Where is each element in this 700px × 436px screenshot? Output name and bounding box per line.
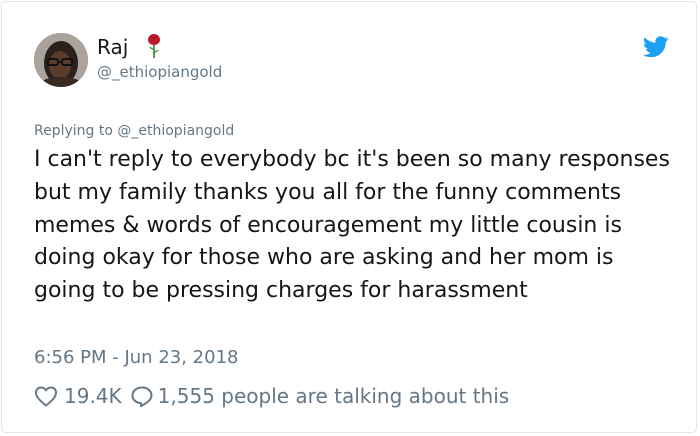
avatar-image	[34, 33, 88, 87]
tweet-actions: 19.4K 1,555 people are talking about thi…	[34, 382, 509, 410]
user-handle[interactable]: @_ethiopiangold	[97, 62, 222, 82]
tweet-timestamp[interactable]: 6:56 PM - Jun 23, 2018	[34, 346, 238, 370]
twitter-bird-icon[interactable]	[643, 36, 669, 58]
tweet-text: I can't reply to everybody bc it's been …	[34, 147, 670, 304]
tweet-card: Raj @_ethiopiangold Replying to @_ethiop…	[1, 1, 697, 433]
replying-to[interactable]: Replying to @_ethiopiangold	[34, 122, 234, 140]
talking-count[interactable]: 1,555 people are talking about this	[158, 384, 510, 408]
avatar[interactable]	[34, 33, 88, 87]
rose-icon	[148, 34, 160, 58]
like-count[interactable]: 19.4K	[64, 384, 122, 408]
comment-icon[interactable]	[130, 385, 154, 407]
heart-icon[interactable]	[34, 385, 58, 407]
display-name[interactable]: Raj	[97, 34, 128, 60]
